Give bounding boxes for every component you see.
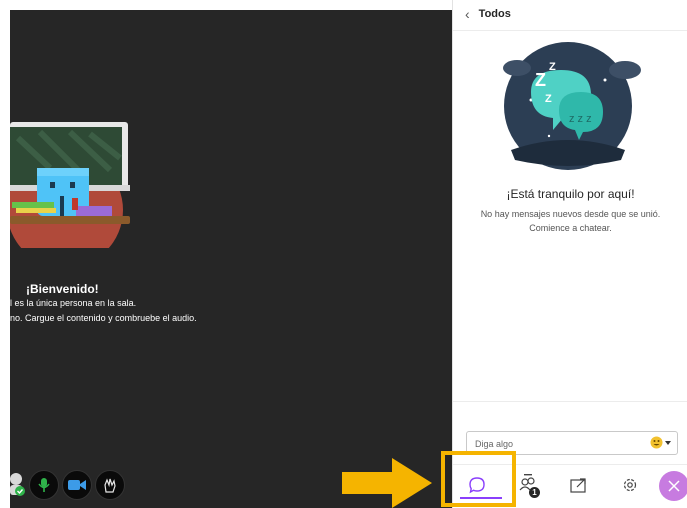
annotation-arrow	[342, 458, 432, 508]
emoji-icon	[650, 436, 663, 449]
emoji-picker-button[interactable]	[650, 436, 671, 449]
close-icon	[668, 480, 680, 492]
empty-state-title: ¡Está tranquilo por aquí!	[506, 187, 635, 201]
close-panel-button[interactable]	[659, 471, 687, 501]
attendee-count-badge: 1	[529, 487, 540, 498]
chat-panel: ‹ Todos Z Z Z z z z ¡Está tranquilo por …	[452, 0, 687, 508]
chevron-left-icon: ‹	[465, 6, 470, 22]
back-label: Todos	[478, 8, 511, 20]
composer-divider	[453, 401, 687, 402]
microphone-button[interactable]	[29, 470, 59, 500]
mic-icon	[38, 478, 50, 492]
share-icon	[570, 478, 586, 493]
empty-state-line-2: Comience a chatear.	[529, 223, 612, 233]
gear-icon	[623, 478, 637, 492]
hand-icon	[104, 478, 116, 493]
sleeping-chat-illustration: Z Z Z z z z	[503, 42, 641, 170]
empty-state-line-1: No hay mensajes nuevos desde que se unió…	[480, 209, 661, 219]
welcome-message-line-1: l es la única persona en la sala.	[10, 298, 137, 308]
back-to-all-button[interactable]: ‹ Todos	[465, 6, 511, 22]
tab-share-content[interactable]	[559, 465, 599, 505]
stage-canvas: ¡Bienvenido! l es la única persona en la…	[10, 10, 452, 508]
tab-settings[interactable]	[610, 465, 650, 505]
caret-down-icon	[665, 440, 671, 445]
welcome-message-line-2: no. Cargue el contenido y combruebe el a…	[10, 313, 197, 323]
classroom-illustration	[10, 122, 130, 248]
svg-text:z z z: z z z	[569, 113, 592, 125]
annotation-highlight-box	[441, 451, 516, 507]
svg-text:Z: Z	[545, 93, 552, 105]
svg-text:Z: Z	[549, 61, 556, 73]
welcome-title: ¡Bienvenido!	[26, 282, 99, 296]
session-stage: ¡Bienvenido! l es la única persona en la…	[0, 0, 452, 508]
header-divider	[453, 30, 687, 31]
camera-button[interactable]	[62, 470, 92, 500]
svg-text:Z: Z	[535, 70, 546, 90]
raise-hand-button[interactable]	[95, 470, 125, 500]
camera-icon	[68, 480, 86, 490]
